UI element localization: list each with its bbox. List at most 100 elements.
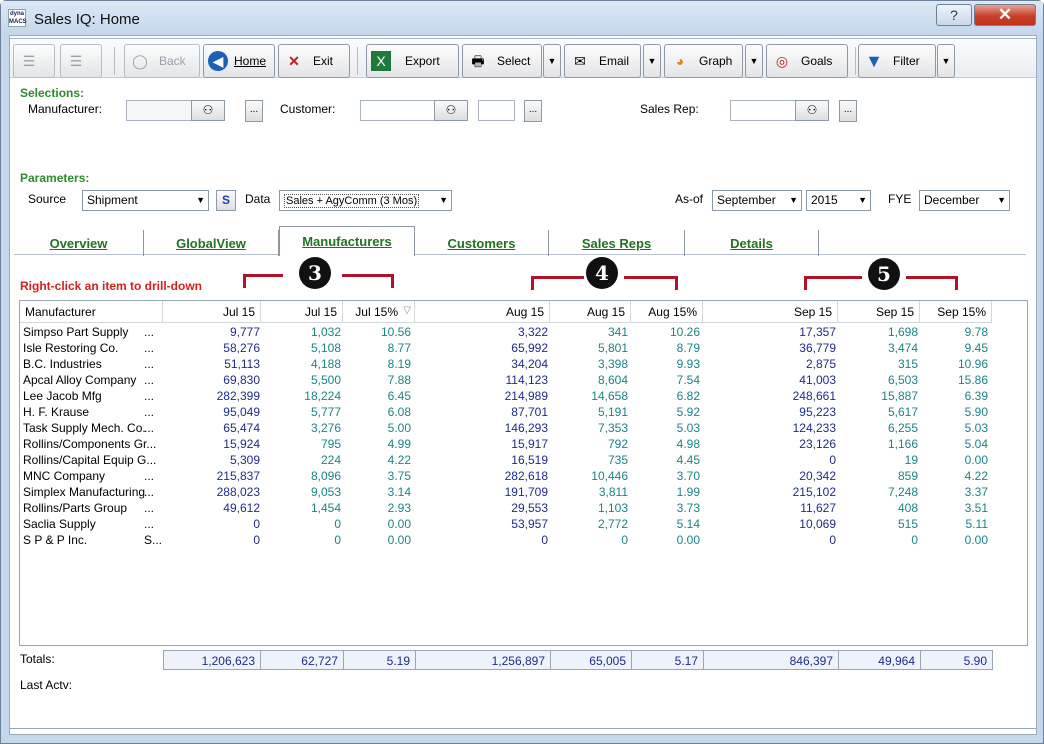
table-cell: 3,474: [887, 341, 918, 355]
table-cell: 36,779: [799, 341, 836, 355]
tab-overview[interactable]: Overview: [14, 230, 144, 256]
table-row[interactable]: Simpso Part Supply... 9,777 1,032 10.56 3,32…: [20, 325, 1027, 341]
table-row[interactable]: Simplex Manufacturing... 288,023 9,053 3.14…: [20, 485, 1027, 501]
total-jul-sales: 1,206,623: [163, 650, 261, 670]
table-row[interactable]: Rollins/Parts Group... 49,612 1,454 2.93 29,…: [20, 501, 1027, 517]
data-select[interactable]: Sales + AgyComm (3 Mos) ▼: [279, 190, 452, 211]
table-cell: 0: [253, 517, 260, 531]
table-cell: 5.11: [965, 517, 988, 531]
table-cell: 3,276: [310, 421, 341, 435]
tab-customers[interactable]: Customers: [415, 230, 549, 256]
sales-rep-ellipsis-button[interactable]: ...: [839, 100, 857, 122]
row-more-indicator: ...: [144, 357, 155, 371]
help-button[interactable]: ?: [936, 4, 972, 26]
table-cell: 6,255: [887, 421, 918, 435]
table-row[interactable]: Rollins/Components Gr... 15,924 795 4.99 15,…: [20, 437, 1027, 453]
table-row[interactable]: Rollins/Capital Equip G... 5,309 224 4.22 16…: [20, 453, 1027, 469]
table-cell: 65,474: [223, 421, 260, 435]
table-cell: 3.37: [964, 485, 988, 499]
table-cell: 5,191: [597, 405, 628, 419]
select-dropdown[interactable]: ▼: [543, 44, 561, 78]
close-button[interactable]: ✕: [974, 4, 1036, 26]
table-cell: 282,399: [216, 389, 260, 403]
email-dropdown[interactable]: ▼: [643, 44, 661, 78]
asof-year-select[interactable]: 2015 ▼: [806, 190, 871, 211]
table-cell: 9,777: [229, 325, 260, 339]
customer-ellipsis-button[interactable]: ...: [524, 100, 542, 122]
fye-select[interactable]: December ▼: [919, 190, 1010, 211]
manufacturer-name: Saclia Supply: [23, 517, 96, 531]
total-aug-comm: 65,005: [550, 650, 632, 670]
filter-dropdown[interactable]: ▼: [937, 44, 955, 78]
home-icon: ◀: [208, 51, 228, 71]
expand-button[interactable]: ☰: [60, 44, 102, 78]
customer-lookup-button[interactable]: ⚇: [434, 100, 468, 121]
asof-month-select[interactable]: September ▼: [712, 190, 802, 211]
table-row[interactable]: Isle Restoring Co.... 58,276 5,108 8.77 65,9…: [20, 341, 1027, 357]
table-row[interactable]: Task Supply Mech. Co.... 65,474 3,276 5.00 1…: [20, 421, 1027, 437]
table-cell: 341: [607, 325, 628, 339]
chevron-down-icon: ▼: [749, 56, 759, 66]
table-row[interactable]: Apcal Alloy Company... 69,830 5,500 7.88 114…: [20, 373, 1027, 389]
exit-button[interactable]: ✕ Exit: [278, 44, 350, 78]
callout-bracket: [531, 276, 584, 290]
column-header-jul-sales[interactable]: Jul 15: [163, 301, 261, 323]
table-cell: 5,801: [597, 341, 628, 355]
binoculars-icon: ⚇: [202, 103, 214, 117]
table-row[interactable]: Saclia Supply... 0 0 0.00 53,957 2,772 5.14 10,…: [20, 517, 1027, 533]
column-header-sep-pct[interactable]: Sep 15%: [920, 301, 992, 323]
table-row[interactable]: MNC Company... 215,837 8,096 3.75 282,618 10,…: [20, 469, 1027, 485]
table-cell: 7.54: [676, 373, 700, 387]
manufacturer-ellipsis-button[interactable]: ...: [245, 100, 263, 122]
column-header-manufacturer[interactable]: Manufacturer: [20, 301, 163, 323]
table-row[interactable]: Lee Jacob Mfg... 282,399 18,224 6.45 214,989…: [20, 389, 1027, 405]
sales-rep-input[interactable]: [730, 100, 796, 121]
collapse-button[interactable]: ☰: [13, 44, 55, 78]
table-cell: 4.99: [387, 437, 411, 451]
table-cell: 10,446: [591, 469, 628, 483]
table-cell: 3.75: [387, 469, 411, 483]
email-button[interactable]: ✉ Email: [564, 44, 641, 78]
app-window: dyna MACS Sales IQ: Home ? ✕ ☰ ☰ ◯ Back ◀…: [0, 0, 1044, 744]
table-cell: 0.00: [964, 453, 988, 467]
tab-globalview[interactable]: GlobalView: [144, 230, 279, 256]
column-header-jul-pct[interactable]: Jul 15% ▽: [343, 301, 415, 323]
manufacturer-lookup-button[interactable]: ⚇: [191, 100, 225, 121]
table-cell: 8,604: [597, 373, 628, 387]
back-button[interactable]: ◯ Back: [124, 44, 200, 78]
tab-sales-reps[interactable]: Sales Reps: [549, 230, 685, 256]
tab-manufacturers[interactable]: Manufacturers: [279, 226, 415, 256]
table-cell: 10.26: [669, 325, 700, 339]
source-select[interactable]: Shipment ▼: [82, 190, 209, 211]
row-more-indicator: ...: [144, 485, 155, 499]
column-header-aug-comm[interactable]: Aug 15: [550, 301, 631, 323]
select-button[interactable]: 🖶 Select: [462, 44, 542, 78]
column-header-sep-sales[interactable]: Sep 15: [703, 301, 838, 323]
sales-rep-lookup-button[interactable]: ⚇: [795, 100, 829, 121]
source-s-button[interactable]: S: [216, 190, 236, 211]
filter-button[interactable]: ▼ Filter: [858, 44, 936, 78]
export-button[interactable]: X Export: [366, 44, 459, 78]
graph-button[interactable]: ◕ Graph: [664, 44, 743, 78]
manufacturer-input[interactable]: [126, 100, 192, 121]
manufacturer-label: Manufacturer:: [28, 102, 103, 116]
graph-dropdown[interactable]: ▼: [745, 44, 763, 78]
tab-details[interactable]: Details: [685, 230, 819, 256]
table-cell: 0.00: [676, 533, 700, 547]
column-header-aug-pct[interactable]: Aug 15%: [631, 301, 703, 323]
home-button[interactable]: ◀ Home: [203, 44, 275, 78]
column-header-aug-sales[interactable]: Aug 15: [415, 301, 550, 323]
table-row[interactable]: S P & P Inc. S... 0 0 0.00 0 0 0.00 0 0 0.00: [20, 533, 1027, 549]
customer-input[interactable]: [360, 100, 435, 121]
table-cell: 124,233: [792, 421, 836, 435]
table-cell: 8.19: [387, 357, 411, 371]
table-row[interactable]: B.C. Industries... 51,113 4,188 8.19 34,204 3…: [20, 357, 1027, 373]
table-cell: 6.82: [676, 389, 700, 403]
customer-extra-input[interactable]: [478, 100, 515, 121]
column-header-jul-comm[interactable]: Jul 15: [261, 301, 343, 323]
goals-button[interactable]: ◎ Goals: [766, 44, 848, 78]
row-more-indicator: ...: [144, 469, 155, 483]
table-cell: 8.79: [676, 341, 700, 355]
table-row[interactable]: H. F. Krause... 95,049 5,777 6.08 87,701 5,19…: [20, 405, 1027, 421]
column-header-sep-comm[interactable]: Sep 15: [838, 301, 920, 323]
